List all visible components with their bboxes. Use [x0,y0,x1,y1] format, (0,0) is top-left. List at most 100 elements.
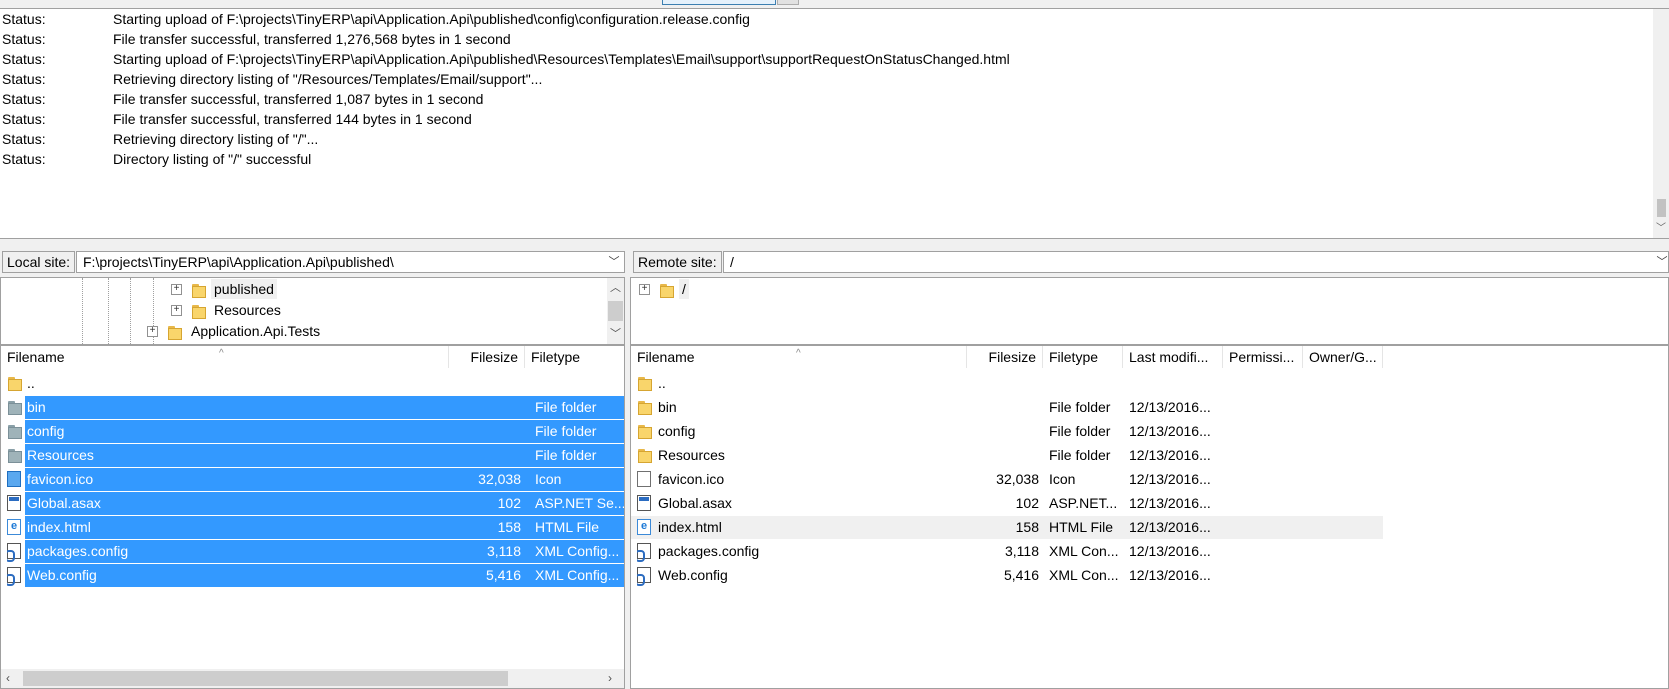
file-type: ASP.NET... [1049,495,1118,511]
column-filetype[interactable]: Filetype [1043,346,1123,368]
file-row[interactable]: bin File folder [8,396,624,419]
chevron-left-icon[interactable]: ‹ [6,671,10,685]
file-size: 5,416 [1003,567,1039,583]
hscroll-thumb[interactable] [23,671,508,686]
column-filesize[interactable]: Filesize [967,346,1043,368]
html-file-icon: e [7,519,21,535]
file-row[interactable]: e index.html 158 HTML File 12/13/2016... [631,516,1383,539]
tree-scroll-thumb[interactable] [608,301,623,321]
file-row[interactable]: favicon.ico 32,038 Icon [7,468,624,491]
tree-item[interactable]: + / [639,279,719,299]
toolbar-button[interactable] [777,0,799,5]
expand-icon[interactable]: + [147,326,158,337]
file-modified: 12/13/2016... [1129,447,1211,463]
local-path-input[interactable]: F:\projects\TinyERP\api\Application.Api\… [76,251,625,273]
column-filetype[interactable]: Filetype [525,346,624,368]
local-list-header: ^ Filename Filesize Filetype [1,346,624,368]
file-modified: 12/13/2016... [1129,543,1211,559]
expand-icon[interactable]: + [171,305,182,316]
remote-path-input[interactable]: / [723,251,1669,273]
toolbar-button[interactable] [662,0,776,5]
file-row[interactable]: bin File folder 12/13/2016... [631,396,1383,419]
file-row[interactable]: Web.config 5,416 XML Con... 12/13/2016... [631,564,1383,587]
file-row[interactable]: Global.asax 102 ASP.NET Se... [7,492,624,515]
column-filesize[interactable]: Filesize [449,346,525,368]
log-status-label: Status: [2,131,46,147]
file-row[interactable]: packages.config 3,118 XML Config... [7,540,624,563]
file-name: favicon.ico [27,471,94,487]
folder-icon [637,423,652,439]
folder-icon [637,447,652,463]
expand-icon[interactable]: + [171,284,182,295]
file-size: 32,038 [478,471,521,487]
file-row[interactable]: e index.html 158 HTML File [7,516,624,539]
remote-directory-tree[interactable]: + / [630,277,1669,345]
chevron-down-icon[interactable]: ﹀ [1654,252,1669,272]
file-type: HTML File [1049,519,1114,535]
tree-scrollbar[interactable]: ︿ ﹀ [607,278,624,344]
folder-icon [191,282,206,298]
file-size: 158 [1015,519,1039,535]
local-file-list[interactable]: ^ Filename Filesize Filetype .. bin File f… [0,345,625,689]
column-last-modified[interactable]: Last modifi... [1123,346,1223,368]
file-type: XML Config... [535,567,620,583]
asax-file-icon [7,495,21,511]
log-status-label: Status: [2,151,46,167]
xml-config-icon [637,567,651,586]
file-size [967,396,1039,419]
toolbar-strip [0,0,1669,8]
file-size: 102 [1015,495,1039,511]
file-modified: 12/13/2016... [1129,519,1211,535]
file-row[interactable]: .. [631,372,1383,395]
chevron-down-icon[interactable]: ﹀ [606,252,622,272]
file-type: HTML File [535,519,600,535]
file-name: .. [658,375,666,391]
expand-icon[interactable]: + [639,284,650,295]
file-modified: 12/13/2016... [1129,471,1211,487]
message-log[interactable]: Status: Starting upload of F:\projects\Ti… [0,8,1669,239]
remote-site-label: Remote site: [633,251,722,273]
file-row[interactable]: packages.config 3,118 XML Con... 12/13/2016… [631,540,1383,563]
column-filename[interactable]: Filename [631,346,967,368]
column-filename[interactable]: Filename [1,346,449,368]
file-row[interactable]: favicon.ico 32,038 Icon 12/13/2016... [631,468,1383,491]
remote-file-list[interactable]: ^ Filename Filesize Filetype Last modifi… [630,345,1669,689]
column-owner-group[interactable]: Owner/G... [1303,346,1383,368]
log-scrollbar[interactable]: ﹀ [1653,9,1669,238]
local-site-bar: Local site: F:\projects\TinyERP\api\Appl… [0,249,625,275]
file-size [449,396,521,419]
file-row[interactable]: Web.config 5,416 XML Config... [7,564,624,587]
chevron-up-icon[interactable]: ︿ [610,279,621,295]
file-size: 3,118 [487,543,521,559]
file-row[interactable]: Resources File folder 12/13/2016... [631,444,1383,467]
local-hscrollbar[interactable]: ‹ › [1,669,624,688]
file-size [449,420,521,443]
file-modified: 12/13/2016... [1129,495,1211,511]
tree-item[interactable]: + published [171,279,331,299]
file-row[interactable]: .. [1,372,624,395]
chevron-right-icon[interactable]: › [608,671,612,685]
file-name: Resources [658,447,725,463]
xml-config-icon [637,543,651,562]
file-size [967,444,1039,467]
chevron-down-icon[interactable]: ﹀ [610,325,621,341]
file-name: Global.asax [27,495,101,511]
file-size: 32,038 [996,471,1039,487]
tree-item-label: / [679,279,689,299]
remote-list-header: ^ Filename Filesize Filetype Last modifi… [631,346,1668,368]
file-row[interactable]: Global.asax 102 ASP.NET... 12/13/2016... [631,492,1383,515]
local-directory-tree[interactable]: + published + Resources + Application.Ap… [0,277,625,345]
log-message: Retrieving directory listing of "/"... [113,131,319,147]
file-row[interactable]: Resources File folder [8,444,624,467]
log-scroll-thumb[interactable] [1657,199,1666,217]
file-row[interactable]: config File folder 12/13/2016... [631,420,1383,443]
tree-item[interactable]: + Application.Api.Tests [147,321,367,341]
folder-icon [7,399,22,415]
log-message: Retrieving directory listing of "/Resour… [113,71,543,87]
tree-item[interactable]: + Resources [171,300,331,320]
file-modified [1129,372,1223,395]
file-name: bin [27,399,46,415]
file-row[interactable]: config File folder [8,420,624,443]
scroll-down-icon[interactable]: ﹀ [1656,219,1666,234]
column-permissions[interactable]: Permissi... [1223,346,1303,368]
